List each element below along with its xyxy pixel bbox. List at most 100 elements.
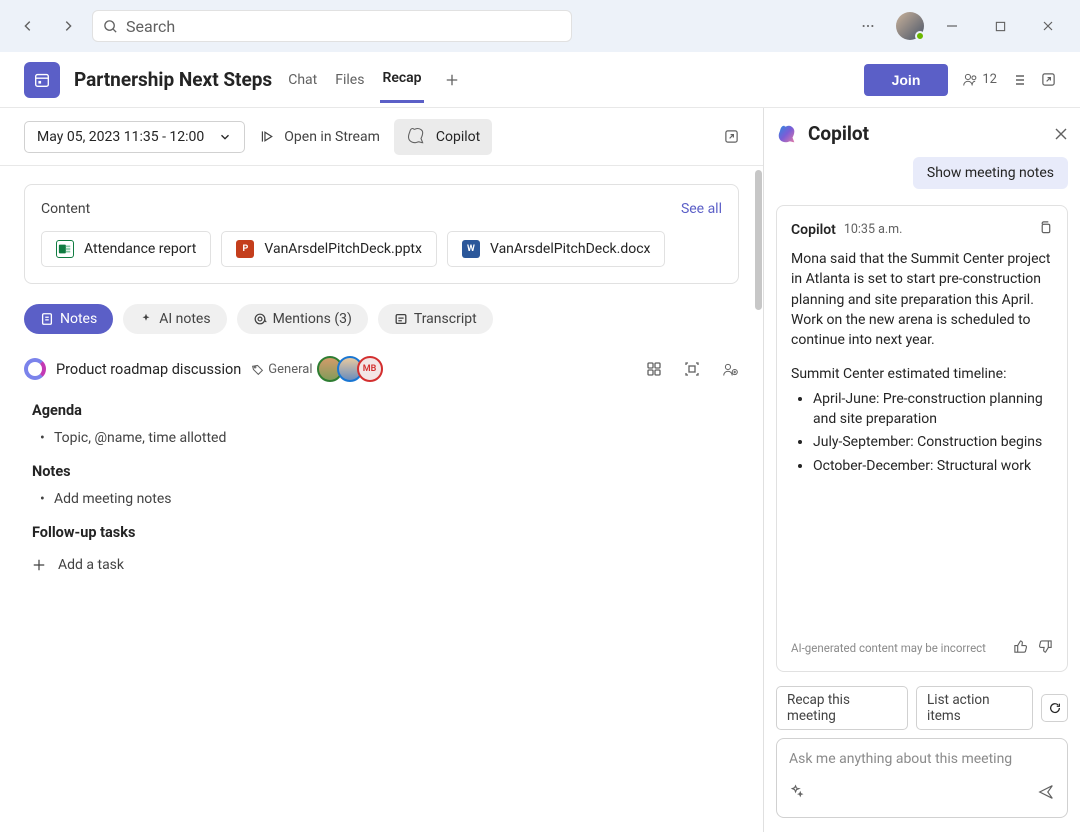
tab-files[interactable]: Files bbox=[333, 58, 366, 102]
calendar-icon bbox=[24, 62, 60, 98]
time-range-label: May 05, 2023 11:35 - 12:00 bbox=[37, 129, 204, 145]
file-docx[interactable]: W VanArsdelPitchDeck.docx bbox=[447, 231, 666, 267]
refresh-icon bbox=[1048, 701, 1062, 715]
join-button[interactable]: Join bbox=[864, 64, 949, 96]
copilot-input[interactable]: Ask me anything about this meeting bbox=[776, 738, 1068, 818]
search-input[interactable]: Search bbox=[92, 10, 572, 42]
pill-ai-notes[interactable]: AI notes bbox=[123, 304, 226, 334]
timeline-item: April-June: Pre-construction planning an… bbox=[813, 389, 1053, 430]
file-name: Attendance report bbox=[84, 241, 196, 257]
focus-icon bbox=[684, 361, 700, 377]
tag-general[interactable]: General bbox=[251, 362, 312, 377]
notes-body: Product roadmap discussion General MB bbox=[0, 342, 763, 595]
pill-mentions[interactable]: Mentions (3) bbox=[237, 304, 368, 334]
share-button[interactable] bbox=[722, 361, 739, 378]
copilot-response-card: Copilot 10:35 a.m. Mona said that the Su… bbox=[776, 205, 1068, 672]
thumbs-up-icon bbox=[1013, 639, 1028, 654]
popout-recap-button[interactable] bbox=[724, 129, 739, 144]
prompt-list-actions[interactable]: List action items bbox=[916, 686, 1033, 730]
agenda-item[interactable]: Topic, @name, time allotted bbox=[24, 427, 739, 449]
copilot-pane: Copilot Show meeting notes Copilot 10:35… bbox=[764, 108, 1080, 832]
copilot-chip-label: Copilot bbox=[436, 129, 480, 145]
facepile[interactable]: MB bbox=[323, 356, 383, 382]
avatar-initials: MB bbox=[357, 356, 383, 382]
copilot-pane-title: Copilot bbox=[808, 122, 869, 145]
send-button[interactable] bbox=[1037, 783, 1055, 805]
mention-icon bbox=[253, 312, 267, 326]
powerpoint-icon: P bbox=[236, 240, 254, 258]
timeline-heading: Summit Center estimated timeline: bbox=[791, 364, 1053, 384]
thumbs-up-button[interactable] bbox=[1013, 639, 1028, 657]
meeting-notes-button[interactable] bbox=[1011, 72, 1027, 88]
close-window-button[interactable] bbox=[1028, 10, 1068, 42]
list-icon bbox=[1011, 72, 1027, 88]
input-placeholder: Ask me anything about this meeting bbox=[789, 751, 1055, 767]
time-range-dropdown[interactable]: May 05, 2023 11:35 - 12:00 bbox=[24, 121, 245, 153]
notes-doc-title: Product roadmap discussion bbox=[56, 361, 241, 378]
copilot-toggle[interactable]: Copilot bbox=[394, 119, 492, 155]
card-author: Copilot bbox=[791, 222, 836, 238]
card-time: 10:35 a.m. bbox=[844, 222, 903, 237]
minimize-button[interactable] bbox=[932, 10, 972, 42]
refresh-prompts-button[interactable] bbox=[1041, 694, 1068, 722]
nav-back-button[interactable] bbox=[12, 10, 44, 42]
nav-forward-button[interactable] bbox=[52, 10, 84, 42]
suggestion-chip[interactable]: Show meeting notes bbox=[913, 157, 1068, 189]
recap-toolbar: May 05, 2023 11:35 - 12:00 Open in Strea… bbox=[0, 108, 763, 166]
user-avatar[interactable] bbox=[896, 12, 924, 40]
thumbs-down-button[interactable] bbox=[1038, 639, 1053, 657]
recap-pane: May 05, 2023 11:35 - 12:00 Open in Strea… bbox=[0, 108, 764, 832]
view-switcher: Notes AI notes Mentions (3) Transcript bbox=[0, 296, 763, 342]
sparkle-icon bbox=[139, 312, 153, 326]
popout-header-button[interactable] bbox=[1041, 72, 1056, 87]
followup-heading: Follow-up tasks bbox=[32, 524, 739, 541]
excel-icon bbox=[56, 240, 74, 258]
close-copilot-button[interactable] bbox=[1054, 127, 1068, 141]
tag-icon bbox=[251, 363, 264, 376]
copy-button[interactable] bbox=[1038, 220, 1053, 239]
scrollbar[interactable] bbox=[755, 170, 762, 310]
pill-transcript[interactable]: Transcript bbox=[378, 304, 493, 334]
sparkle-icon bbox=[789, 783, 804, 798]
close-icon bbox=[1054, 127, 1068, 141]
copy-icon bbox=[1038, 220, 1053, 235]
loop-icon bbox=[24, 358, 46, 380]
transcript-icon bbox=[394, 312, 408, 326]
presence-available-icon bbox=[915, 31, 925, 41]
open-in-stream-button[interactable]: Open in Stream bbox=[259, 128, 380, 145]
maximize-button[interactable] bbox=[980, 10, 1020, 42]
title-bar: Search bbox=[0, 0, 1080, 52]
popout-icon bbox=[1041, 72, 1056, 87]
file-name: VanArsdelPitchDeck.docx bbox=[490, 241, 651, 257]
tab-recap[interactable]: Recap bbox=[380, 56, 423, 103]
see-all-link[interactable]: See all bbox=[681, 201, 722, 217]
popout-icon bbox=[724, 129, 739, 144]
notes-item[interactable]: Add meeting notes bbox=[24, 488, 739, 510]
people-add-icon bbox=[722, 361, 739, 378]
word-icon: W bbox=[462, 240, 480, 258]
prompt-recap[interactable]: Recap this meeting bbox=[776, 686, 908, 730]
tab-chat[interactable]: Chat bbox=[286, 58, 319, 102]
pill-notes[interactable]: Notes bbox=[24, 304, 113, 334]
content-heading: Content bbox=[41, 201, 90, 217]
add-task-button[interactable]: Add a task bbox=[24, 549, 739, 581]
file-attendance-report[interactable]: Attendance report bbox=[41, 231, 211, 267]
stream-icon bbox=[259, 128, 276, 145]
participants-count[interactable]: 12 bbox=[962, 71, 997, 88]
apps-button[interactable] bbox=[646, 361, 662, 377]
focus-button[interactable] bbox=[684, 361, 700, 377]
search-placeholder: Search bbox=[126, 17, 175, 36]
grid-icon bbox=[646, 361, 662, 377]
plus-icon bbox=[32, 558, 46, 572]
sparkle-prompts-button[interactable] bbox=[789, 783, 804, 805]
file-pptx[interactable]: P VanArsdelPitchDeck.pptx bbox=[221, 231, 437, 267]
file-name: VanArsdelPitchDeck.pptx bbox=[264, 241, 422, 257]
meeting-header: Partnership Next Steps Chat Files Recap … bbox=[0, 52, 1080, 108]
add-tab-button[interactable] bbox=[438, 66, 466, 94]
send-icon bbox=[1037, 783, 1055, 801]
notes-heading: Notes bbox=[32, 463, 739, 480]
card-paragraph: Mona said that the Summit Center project… bbox=[791, 249, 1053, 350]
agenda-heading: Agenda bbox=[32, 402, 739, 419]
more-options-button[interactable] bbox=[848, 10, 888, 42]
timeline-item: July-September: Construction begins bbox=[813, 432, 1053, 452]
